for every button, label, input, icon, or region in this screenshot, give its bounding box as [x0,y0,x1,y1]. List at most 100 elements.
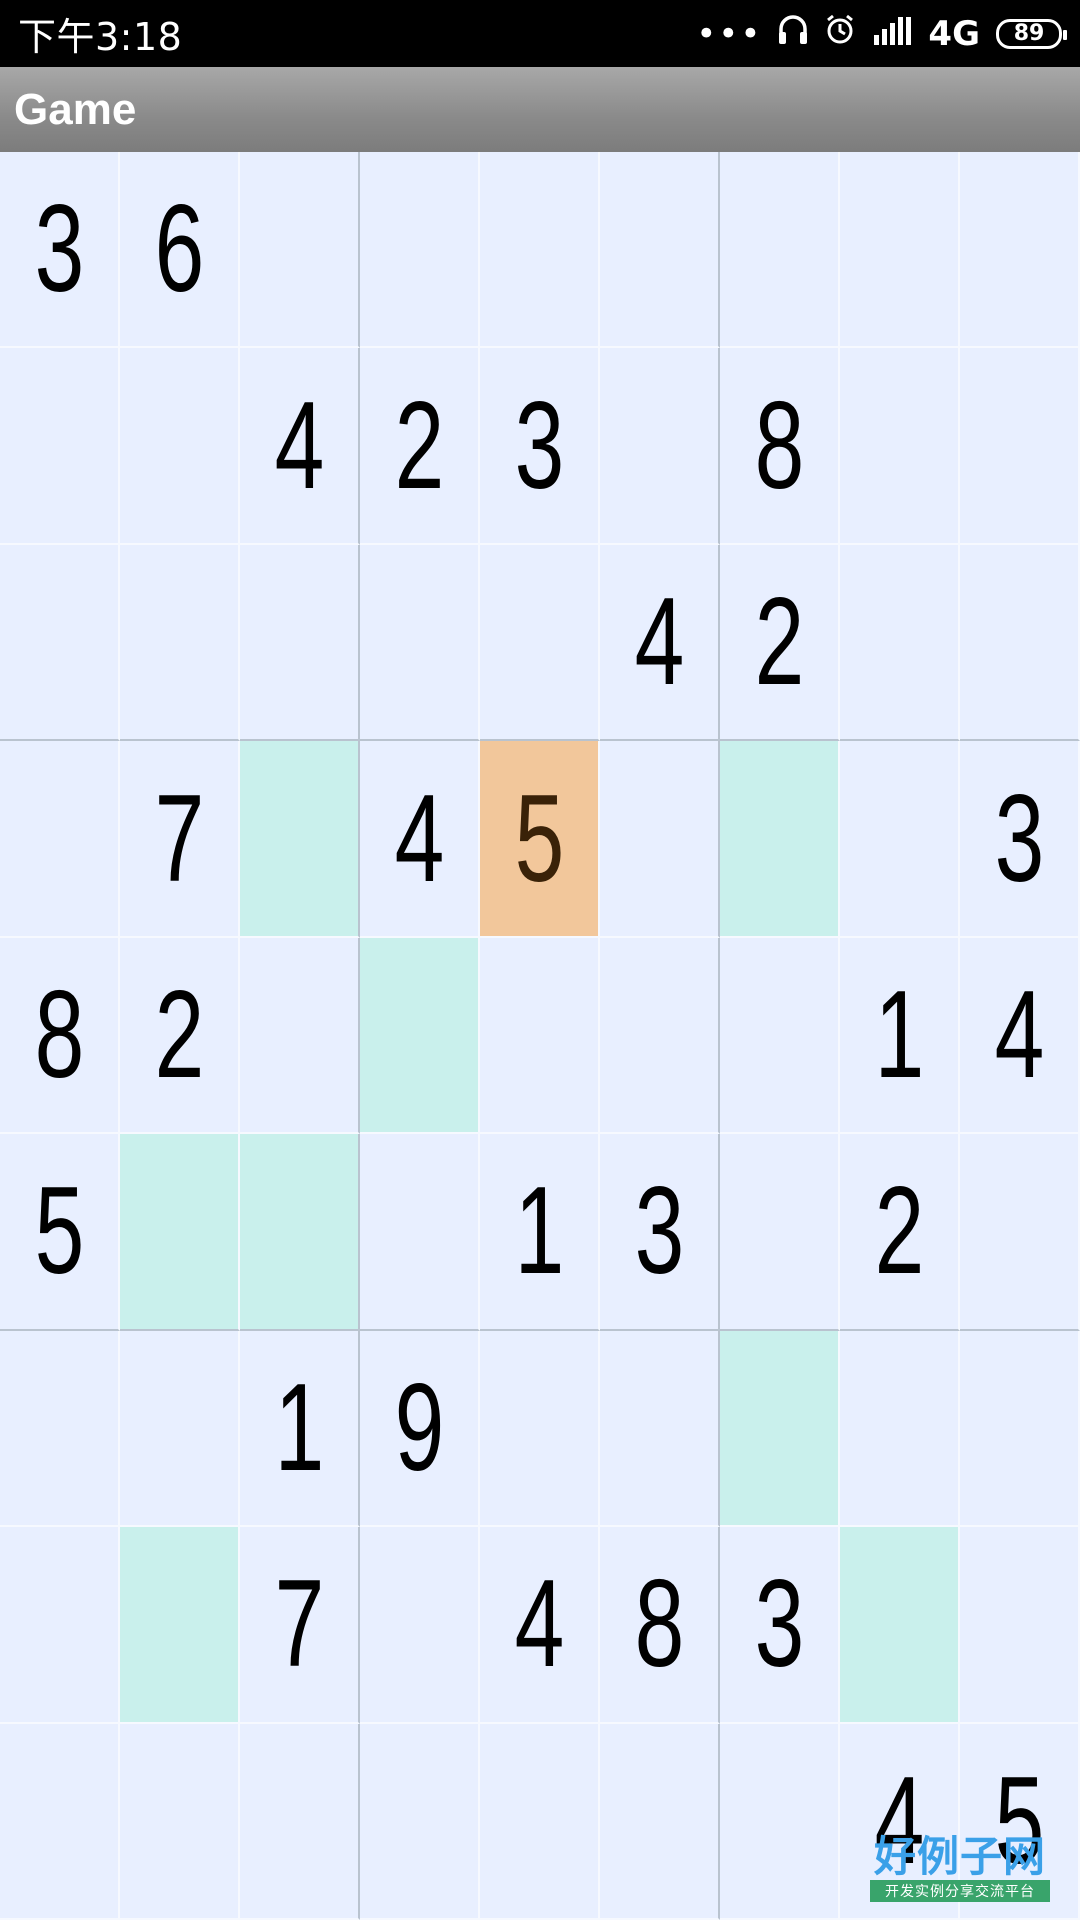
signal-icon [872,14,912,54]
sudoku-cell-r3-c2[interactable] [120,544,240,742]
sudoku-cell-r4-c6[interactable] [600,741,720,938]
sudoku-cell-r8-c1[interactable] [0,1527,120,1724]
app-bar: Game [0,67,1080,152]
sudoku-cell-r1-c3[interactable] [240,152,360,349]
sudoku-cell-r1-c5[interactable] [480,152,600,349]
sudoku-cell-r5-c8[interactable]: 1 [840,937,960,1135]
sudoku-cell-r5-c5[interactable] [480,937,600,1135]
sudoku-cell-r8-c6[interactable]: 8 [600,1527,720,1724]
sudoku-cell-r3-c5[interactable] [480,544,600,742]
sudoku-cell-r6-c5[interactable]: 1 [480,1134,600,1331]
sudoku-cell-r2-c5[interactable]: 3 [480,348,600,545]
sudoku-cell-r2-c6[interactable] [600,348,720,545]
cell-value: 2 [394,376,444,515]
sudoku-cell-r1-c8[interactable] [840,152,960,349]
sudoku-cell-r4-c8[interactable] [840,741,960,938]
sudoku-cell-r5-c7[interactable] [720,937,840,1135]
sudoku-cell-r8-c7[interactable]: 3 [720,1527,840,1724]
sudoku-cell-r9-c5[interactable] [480,1723,600,1920]
sudoku-cell-r9-c1[interactable] [0,1723,120,1920]
sudoku-cell-r6-c1[interactable]: 5 [0,1134,120,1331]
sudoku-cell-r2-c2[interactable] [120,348,240,545]
status-icons: ••• 4G 89 [696,13,1067,54]
cell-value: 5 [994,1751,1044,1890]
sudoku-cell-r7-c2[interactable] [120,1330,240,1528]
sudoku-cell-r7-c4[interactable]: 9 [360,1330,480,1528]
cell-value: 5 [514,769,564,908]
sudoku-cell-r6-c7[interactable] [720,1134,840,1331]
sudoku-cell-r6-c8[interactable]: 2 [840,1134,960,1331]
sudoku-cell-r2-c9[interactable] [960,348,1080,545]
cell-value: 8 [754,376,804,515]
sudoku-cell-r4-c4[interactable]: 4 [360,741,480,938]
sudoku-cell-r6-c3[interactable] [240,1134,360,1331]
cell-value: 1 [874,965,924,1104]
sudoku-cell-r3-c3[interactable] [240,544,360,742]
sudoku-cell-r5-c4[interactable] [360,937,480,1135]
status-time: 下午3:18 [18,15,183,59]
sudoku-cell-r9-c7[interactable] [720,1723,840,1920]
sudoku-cell-r8-c9[interactable] [960,1527,1080,1724]
sudoku-cell-r9-c2[interactable] [120,1723,240,1920]
status-bar: 下午3:18 ••• 4G 89 [0,0,1080,67]
sudoku-cell-r5-c2[interactable]: 2 [120,937,240,1135]
sudoku-cell-r9-c3[interactable] [240,1723,360,1920]
sudoku-cell-r6-c9[interactable] [960,1134,1080,1331]
sudoku-cell-r1-c4[interactable] [360,152,480,349]
sudoku-cell-r8-c8[interactable] [840,1527,960,1724]
sudoku-cell-r2-c1[interactable] [0,348,120,545]
sudoku-cell-r6-c2[interactable] [120,1134,240,1331]
sudoku-cell-r5-c9[interactable]: 4 [960,937,1080,1135]
sudoku-cell-r7-c3[interactable]: 1 [240,1330,360,1528]
sudoku-cell-r7-c5[interactable] [480,1330,600,1528]
sudoku-cell-r8-c2[interactable] [120,1527,240,1724]
sudoku-cell-r5-c3[interactable] [240,937,360,1135]
cell-value: 3 [514,376,564,515]
sudoku-cell-r4-c7[interactable] [720,741,840,938]
sudoku-cell-r4-c2[interactable]: 7 [120,741,240,938]
sudoku-cell-r3-c9[interactable] [960,544,1080,742]
sudoku-cell-r9-c9[interactable]: 5 [960,1723,1080,1920]
sudoku-cell-r1-c6[interactable] [600,152,720,349]
sudoku-cell-r7-c6[interactable] [600,1330,720,1528]
sudoku-cell-r4-c9[interactable]: 3 [960,741,1080,938]
sudoku-cell-r7-c8[interactable] [840,1330,960,1528]
sudoku-cell-r2-c7[interactable]: 8 [720,348,840,545]
sudoku-cell-r8-c4[interactable] [360,1527,480,1724]
sudoku-cell-r3-c7[interactable]: 2 [720,544,840,742]
cell-value: 3 [634,1162,684,1301]
sudoku-cell-r5-c6[interactable] [600,937,720,1135]
sudoku-cell-r6-c4[interactable] [360,1134,480,1331]
cell-value: 4 [634,573,684,712]
sudoku-cell-r4-c3[interactable] [240,741,360,938]
sudoku-cell-r1-c1[interactable]: 3 [0,152,120,349]
sudoku-cell-r3-c8[interactable] [840,544,960,742]
sudoku-cell-r7-c9[interactable] [960,1330,1080,1528]
sudoku-cell-r8-c5[interactable]: 4 [480,1527,600,1724]
cell-value: 2 [754,573,804,712]
sudoku-cell-r3-c6[interactable]: 4 [600,544,720,742]
more-dots-icon: ••• [696,13,763,54]
sudoku-cell-r9-c4[interactable] [360,1723,480,1920]
sudoku-cell-r3-c1[interactable] [0,544,120,742]
sudoku-cell-r2-c3[interactable]: 4 [240,348,360,545]
sudoku-cell-r8-c3[interactable]: 7 [240,1527,360,1724]
cell-value: 8 [34,965,84,1104]
sudoku-cell-r7-c7[interactable] [720,1330,840,1528]
sudoku-cell-r4-c5[interactable]: 5 [480,741,600,938]
sudoku-cell-r5-c1[interactable]: 8 [0,937,120,1135]
sudoku-cell-r1-c2[interactable]: 6 [120,152,240,349]
sudoku-cell-r9-c8[interactable]: 4 [840,1723,960,1920]
sudoku-cell-r6-c6[interactable]: 3 [600,1134,720,1331]
sudoku-cell-r4-c1[interactable] [0,741,120,938]
sudoku-cell-r2-c8[interactable] [840,348,960,545]
sudoku-cell-r7-c1[interactable] [0,1330,120,1528]
network-type: 4G [928,13,980,54]
cell-value: 5 [34,1162,84,1301]
sudoku-cell-r2-c4[interactable]: 2 [360,348,480,545]
cell-value: 1 [274,1358,324,1497]
sudoku-cell-r9-c6[interactable] [600,1723,720,1920]
sudoku-cell-r1-c9[interactable] [960,152,1080,349]
sudoku-cell-r3-c4[interactable] [360,544,480,742]
sudoku-cell-r1-c7[interactable] [720,152,840,349]
